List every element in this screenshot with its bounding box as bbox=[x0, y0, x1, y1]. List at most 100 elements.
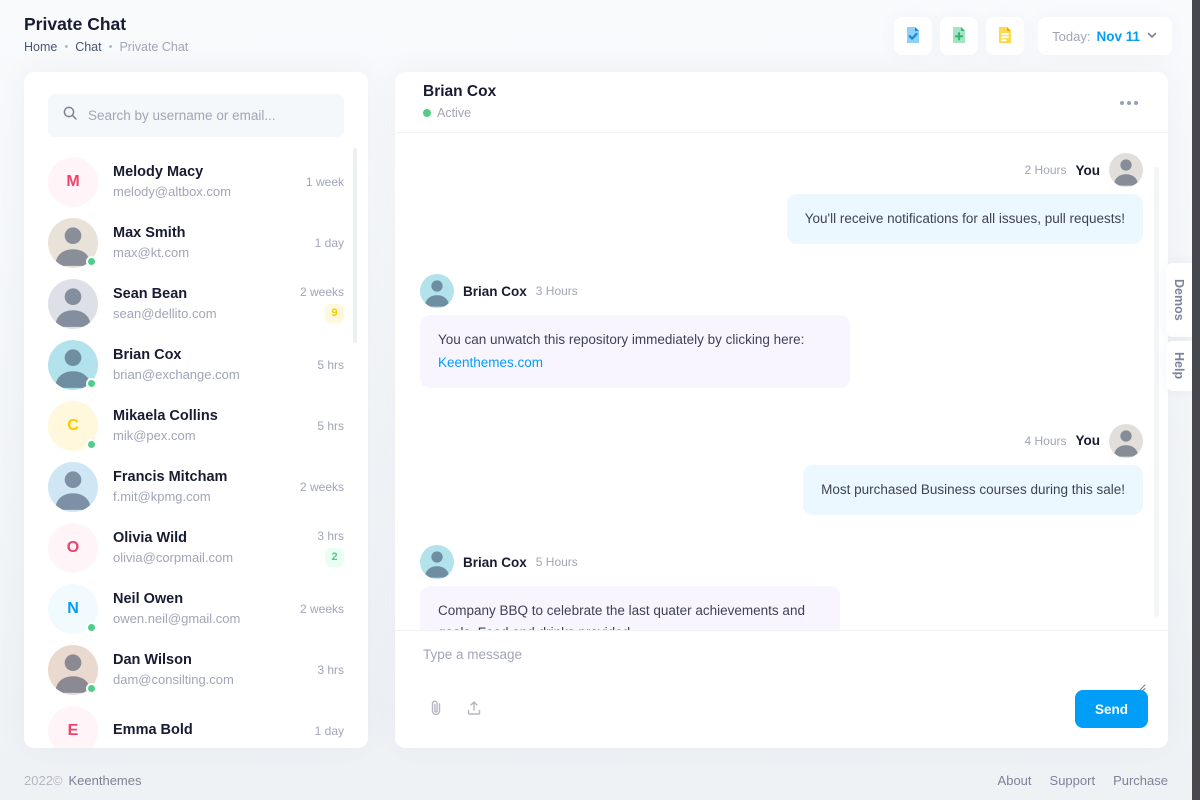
breadcrumb-chat[interactable]: Chat bbox=[75, 40, 101, 54]
page-title: Private Chat bbox=[24, 14, 126, 35]
help-tab[interactable]: Help bbox=[1166, 341, 1192, 391]
message-outgoing: 2 Hours You You'll receive notifications… bbox=[420, 153, 1143, 244]
page-footer: 2022© Keenthemes About Support Purchase bbox=[24, 773, 1168, 788]
breadcrumb-home[interactable]: Home bbox=[24, 40, 57, 54]
footer-link-purchase[interactable]: Purchase bbox=[1113, 773, 1168, 788]
paperclip-icon bbox=[427, 699, 445, 720]
chevron-down-icon bbox=[1146, 29, 1158, 44]
avatar: C bbox=[48, 401, 98, 451]
unread-badge: 2 bbox=[325, 548, 344, 567]
breadcrumb: Home • Chat • Private Chat bbox=[24, 40, 188, 54]
contact-search bbox=[48, 94, 344, 137]
chat-options-button[interactable] bbox=[1116, 94, 1142, 112]
private-chat-page: Private Chat Home • Chat • Private Chat … bbox=[0, 0, 1200, 800]
contact-row-brian-cox[interactable]: Brian Coxbrian@exchange.com 5 hrs bbox=[48, 334, 344, 395]
unread-badge: 9 bbox=[325, 304, 344, 323]
online-dot bbox=[86, 683, 97, 694]
avatar bbox=[48, 340, 98, 390]
contact-time: 3 hrs bbox=[317, 663, 344, 677]
message-sender: You bbox=[1076, 433, 1101, 448]
breadcrumb-current: Private Chat bbox=[119, 40, 188, 54]
upload-icon bbox=[465, 699, 483, 720]
file-check-icon bbox=[903, 25, 923, 48]
contacts-scrollbar[interactable] bbox=[353, 148, 357, 343]
message-incoming: Brian Cox 3 Hours You can unwatch this r… bbox=[420, 274, 1143, 388]
online-dot bbox=[86, 622, 97, 633]
contact-row-francis-mitcham[interactable]: Francis Mitchamf.mit@kpmg.com 2 weeks bbox=[48, 456, 344, 517]
message-input[interactable] bbox=[423, 647, 1113, 691]
contact-row-sean-bean[interactable]: Sean Beansean@dellito.com 2 weeks9 bbox=[48, 273, 344, 334]
avatar-initial: O bbox=[67, 539, 79, 557]
file-check-button[interactable] bbox=[894, 17, 932, 55]
avatar: O bbox=[48, 523, 98, 573]
chat-peer-name[interactable]: Brian Cox bbox=[423, 83, 1140, 101]
contact-email: melody@altbox.com bbox=[113, 184, 291, 199]
active-status-dot bbox=[423, 109, 431, 117]
contact-name[interactable]: Max Smith bbox=[113, 225, 300, 242]
contact-name[interactable]: Melody Macy bbox=[113, 164, 291, 181]
search-input[interactable] bbox=[88, 108, 330, 123]
demos-tab[interactable]: Demos bbox=[1166, 263, 1192, 337]
contact-name[interactable]: Dan Wilson bbox=[113, 652, 302, 669]
chat-panel: Brian Cox Active 2 Hours You You'll rece… bbox=[395, 72, 1168, 748]
contact-name[interactable]: Emma Bold bbox=[113, 722, 300, 739]
contact-time: 1 day bbox=[315, 724, 344, 738]
contact-row-max-smith[interactable]: Max Smithmax@kt.com 1 day bbox=[48, 212, 344, 273]
contact-time: 2 weeks bbox=[300, 602, 344, 616]
contact-email: sean@dellito.com bbox=[113, 306, 285, 321]
contact-row-dan-wilson[interactable]: Dan Wilson dam@consilting.com 3 hrs bbox=[48, 639, 344, 700]
contact-name[interactable]: Olivia Wild bbox=[113, 530, 302, 547]
contact-row-emma-bold[interactable]: E Emma Bold 1 day bbox=[48, 700, 344, 748]
avatar bbox=[48, 645, 98, 695]
avatar bbox=[48, 218, 98, 268]
contact-email: brian@exchange.com bbox=[113, 367, 302, 382]
message-time: 5 Hours bbox=[536, 555, 578, 569]
contact-name[interactable]: Brian Cox bbox=[113, 347, 302, 364]
date-picker-button[interactable]: Today: Nov 11 bbox=[1038, 17, 1172, 55]
send-button[interactable]: Send bbox=[1075, 690, 1148, 728]
avatar bbox=[1109, 424, 1143, 458]
contact-name[interactable]: Francis Mitcham bbox=[113, 469, 285, 486]
messages-scrollbar[interactable] bbox=[1154, 167, 1159, 617]
online-dot bbox=[86, 256, 97, 267]
message-sender: Brian Cox bbox=[463, 555, 527, 570]
contact-row-olivia-wild[interactable]: O Olivia Wildolivia@corpmail.com 3 hrs2 bbox=[48, 517, 344, 578]
avatar: E bbox=[48, 706, 98, 749]
file-lines-button[interactable] bbox=[986, 17, 1024, 55]
contact-name[interactable]: Neil Owen bbox=[113, 591, 285, 608]
contact-email: olivia@corpmail.com bbox=[113, 550, 302, 565]
page-scrollbar[interactable] bbox=[1192, 0, 1200, 800]
contact-name[interactable]: Sean Bean bbox=[113, 286, 285, 303]
message-time: 4 Hours bbox=[1024, 434, 1066, 448]
footer-link-about[interactable]: About bbox=[998, 773, 1032, 788]
contact-email: mik@pex.com bbox=[113, 428, 302, 443]
contact-row-neil-owen[interactable]: N Neil Owenowen.neil@gmail.com 2 weeks bbox=[48, 578, 344, 639]
contact-email: dam@consilting.com bbox=[113, 672, 302, 687]
message-bubble: Company BBQ to celebrate the last quater… bbox=[420, 586, 840, 630]
message-sender: Brian Cox bbox=[463, 284, 527, 299]
upload-button[interactable] bbox=[461, 695, 487, 724]
message-bubble: You can unwatch this repository immediat… bbox=[420, 315, 850, 388]
avatar bbox=[1109, 153, 1143, 187]
attach-file-button[interactable] bbox=[423, 695, 449, 724]
file-plus-button[interactable] bbox=[940, 17, 978, 55]
footer-link-support[interactable]: Support bbox=[1050, 773, 1096, 788]
breadcrumb-separator: • bbox=[109, 41, 113, 53]
message-list: 2 Hours You You'll receive notifications… bbox=[395, 134, 1168, 630]
contact-name[interactable]: Mikaela Collins bbox=[113, 408, 302, 425]
avatar-initial: M bbox=[66, 173, 79, 191]
message-text: You can unwatch this repository immediat… bbox=[438, 332, 804, 347]
contact-email: max@kt.com bbox=[113, 245, 300, 260]
message-sender: You bbox=[1076, 163, 1101, 178]
keenthemes-link[interactable]: Keenthemes.com bbox=[438, 355, 543, 370]
contact-row-mikaela-collins[interactable]: C Mikaela Collinsmik@pex.com 5 hrs bbox=[48, 395, 344, 456]
avatar-initial: C bbox=[67, 417, 79, 435]
contact-list: M Melody Macymelody@altbox.com 1 week Ma… bbox=[48, 151, 344, 748]
keenthemes-footer-link[interactable]: Keenthemes bbox=[69, 773, 142, 788]
date-value: Nov 11 bbox=[1096, 29, 1140, 44]
avatar bbox=[48, 462, 98, 512]
contact-row-melody-macy[interactable]: M Melody Macymelody@altbox.com 1 week bbox=[48, 151, 344, 212]
avatar bbox=[420, 274, 454, 308]
active-status-label: Active bbox=[437, 106, 471, 120]
message-incoming: Brian Cox 5 Hours Company BBQ to celebra… bbox=[420, 545, 1143, 630]
